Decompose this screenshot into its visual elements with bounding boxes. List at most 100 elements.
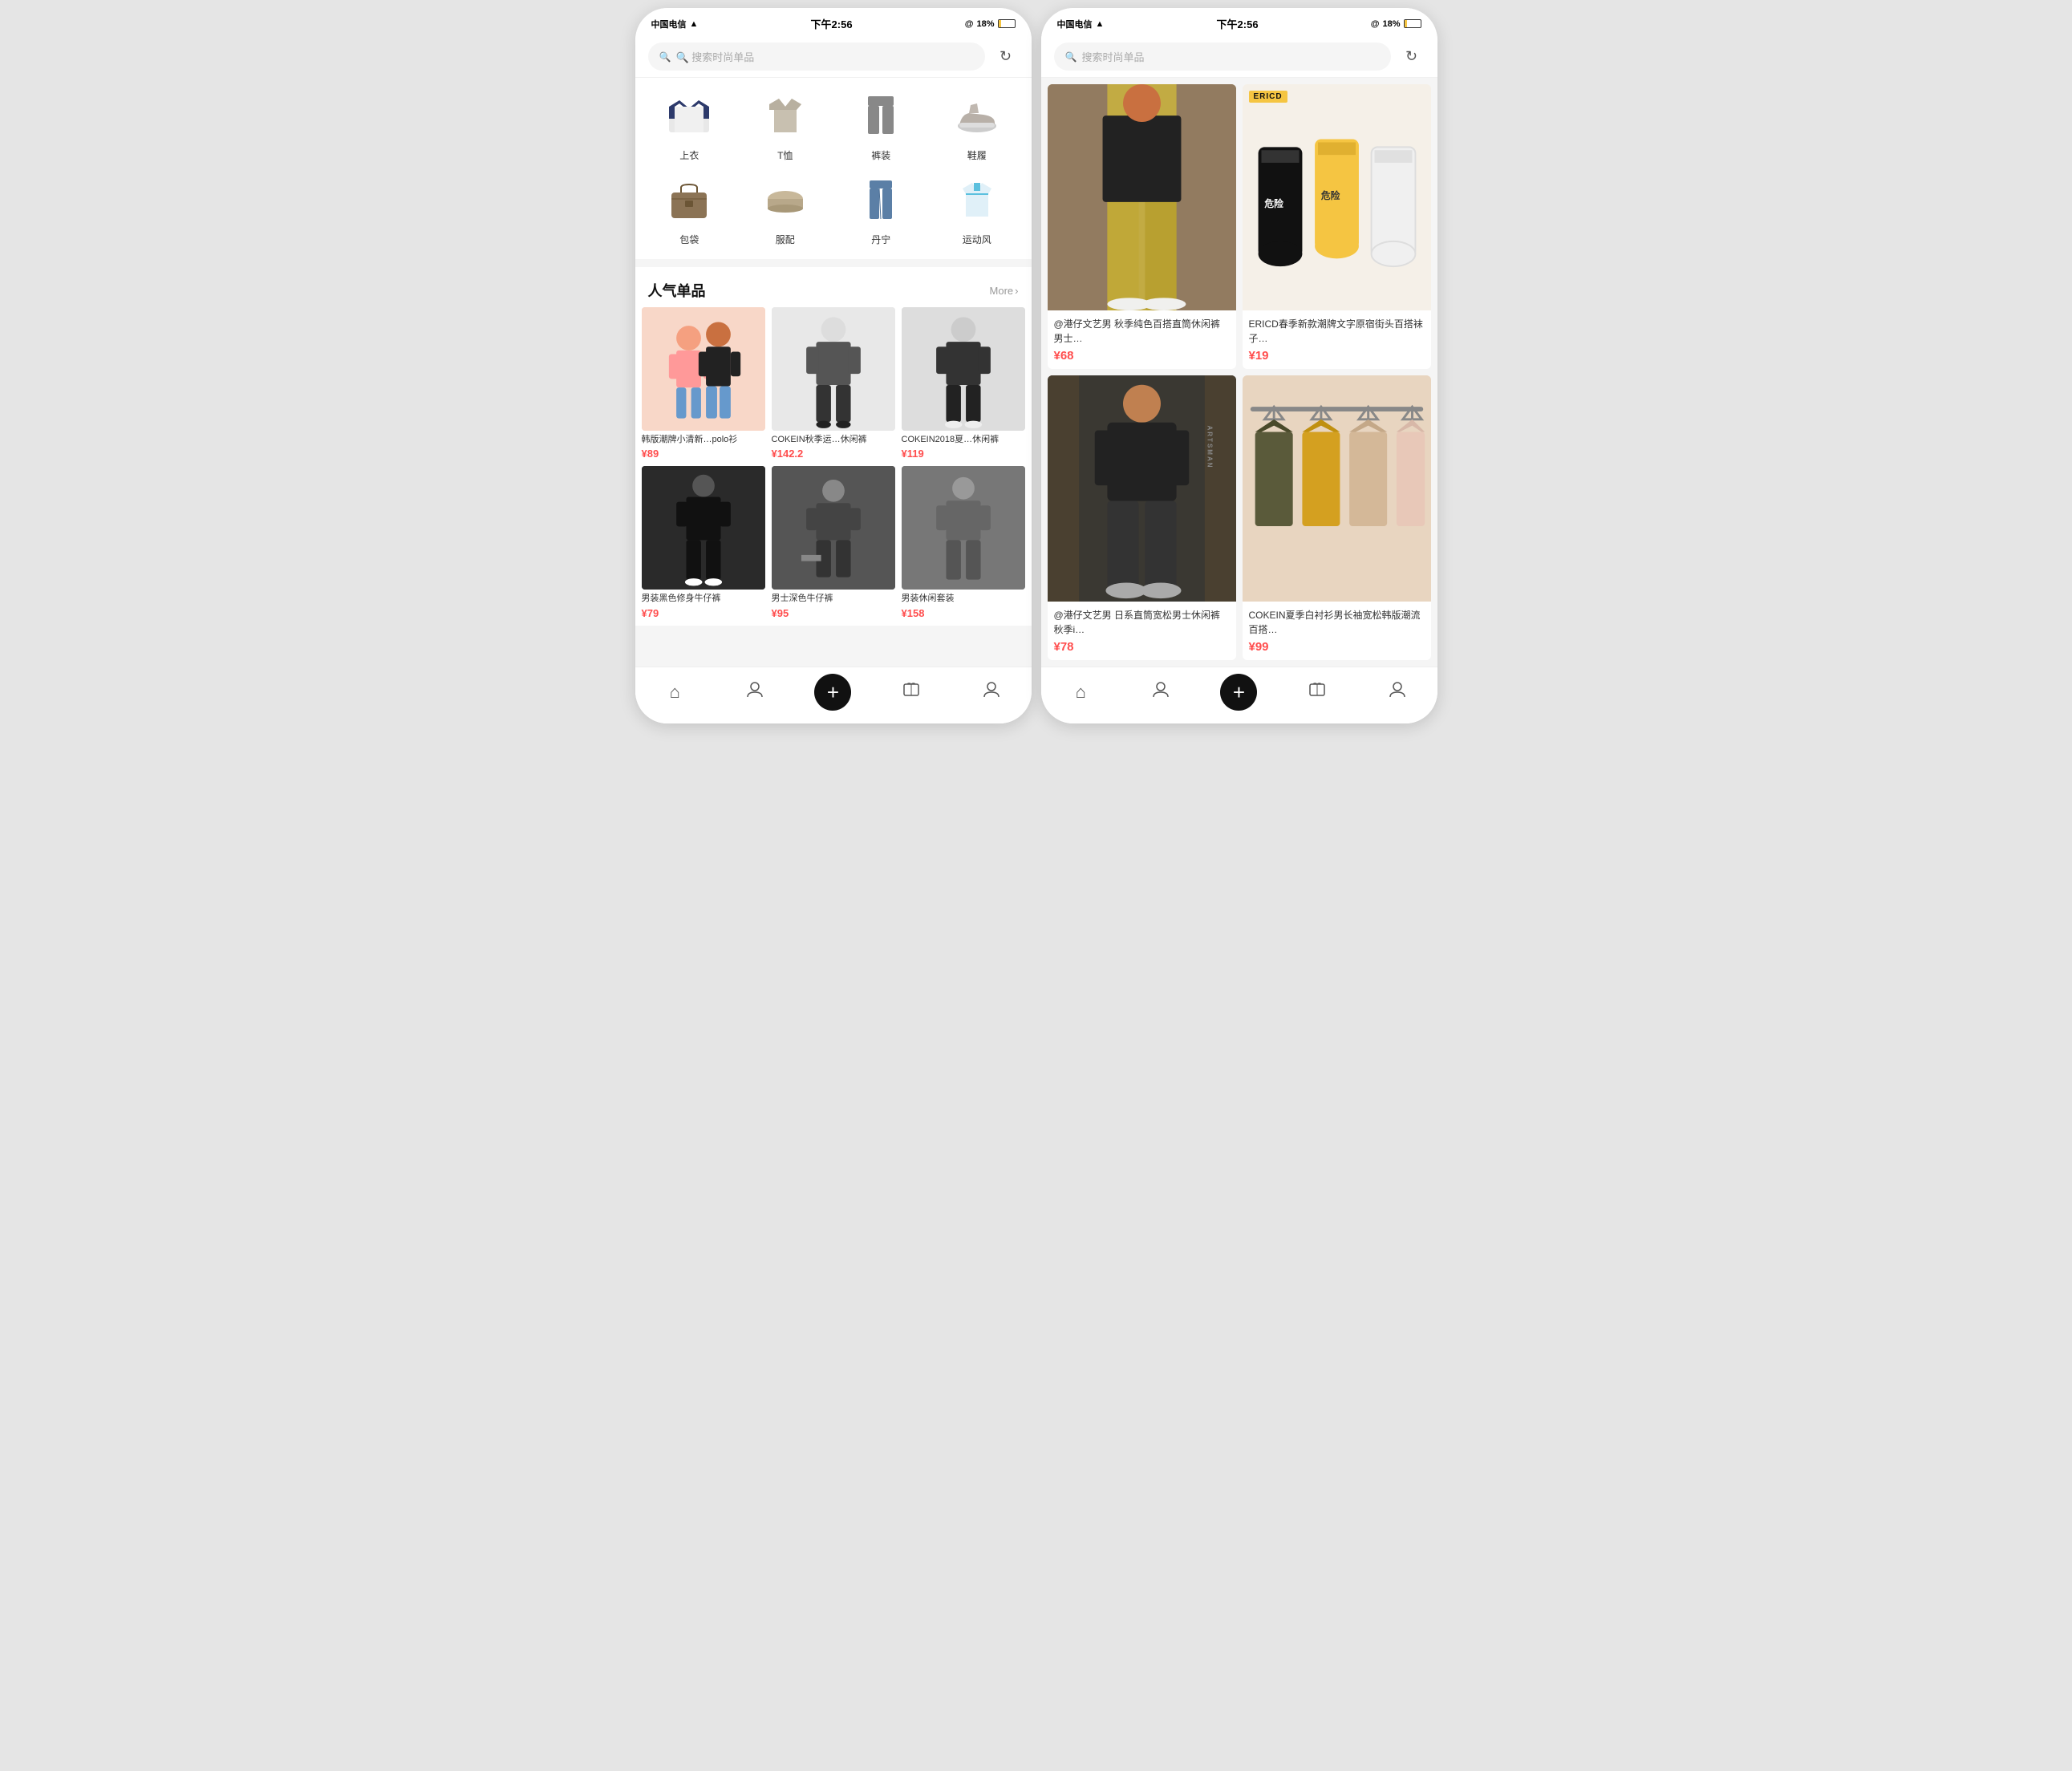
search-icon-left: 🔍 <box>659 51 671 63</box>
product-card-2[interactable]: ERICD 危险 <box>1243 84 1431 369</box>
product-card-2-image: 危险 危险 <box>1243 84 1431 310</box>
product-6-image <box>902 466 1025 590</box>
time-left: 下午2:56 <box>811 16 853 31</box>
product-item-2[interactable]: COKEIN秋季运…休闲裤 ¥142.2 <box>772 307 895 460</box>
product-4-name: 男装黑色修身牛仔裤 <box>642 593 765 605</box>
product-card-1-info: @港仔文艺男 秋季纯色百搭直筒休闲裤男士… ¥68 <box>1048 310 1236 369</box>
category-item-shoes[interactable]: 鞋履 <box>935 91 1019 162</box>
product-card-3-info: @港仔文艺男 日系直筒宽松男士休闲裤秋季i… ¥78 <box>1048 602 1236 660</box>
battery-bar-right <box>1404 19 1421 28</box>
category-item-pants[interactable]: 裤装 <box>840 91 923 162</box>
bag-label: 包袋 <box>679 233 699 246</box>
nav-user-left[interactable] <box>735 681 775 703</box>
product-card-4-info: COKEIN夏季白衬衫男长袖宽松韩版潮流百搭… ¥99 <box>1243 602 1431 660</box>
denim-label: 丹宁 <box>871 233 890 246</box>
nav-user-right[interactable] <box>1141 681 1181 703</box>
product-3-name: COKEIN2018夏…休闲裤 <box>902 434 1025 446</box>
sport-label: 运动风 <box>963 233 991 246</box>
product-6-price: ¥158 <box>902 607 1025 619</box>
product-item-1[interactable]: 韩版潮牌小清新…polo衫 ¥89 <box>642 307 765 460</box>
left-content-scroll[interactable]: 上衣 T恤 <box>635 78 1032 667</box>
product-card-1[interactable]: @港仔文艺男 秋季纯色百搭直筒休闲裤男士… ¥68 <box>1048 84 1236 369</box>
search-input-left[interactable]: 🔍 🔍 搜索时尚单品 <box>648 43 985 71</box>
ericd-tag: ERICD <box>1249 91 1287 103</box>
category-item-tops[interactable]: 上衣 <box>648 91 732 162</box>
category-item-tshirt[interactable]: T恤 <box>744 91 827 162</box>
search-input-right[interactable]: 🔍 搜索时尚单品 <box>1054 43 1391 71</box>
product-4-price: ¥79 <box>642 607 765 619</box>
product-card-2-name: ERICD春季新款潮牌文字原宿街头百搭袜子… <box>1249 317 1425 346</box>
category-item-denim[interactable]: 丹宁 <box>840 175 923 246</box>
search-placeholder-left: 🔍 搜索时尚单品 <box>675 49 754 64</box>
product-2-price: ¥142.2 <box>772 448 895 460</box>
product-grid-left: 韩版潮牌小清新…polo衫 ¥89 <box>635 307 1032 626</box>
nav-home-left[interactable]: ⌂ <box>655 682 695 703</box>
product-card-3[interactable]: ARTSMAN <box>1048 375 1236 660</box>
product-5-price: ¥95 <box>772 607 895 619</box>
product-card-3-name: @港仔文艺男 日系直筒宽松男士休闲裤秋季i… <box>1054 608 1230 637</box>
battery-icon-right: @ <box>1371 19 1380 29</box>
time-right: 下午2:56 <box>1217 16 1259 31</box>
denim-image <box>855 175 906 226</box>
profile-icon-right <box>1389 681 1406 703</box>
shoes-image <box>951 91 1003 142</box>
refresh-button-right[interactable]: ↻ <box>1399 44 1425 70</box>
popular-section-header: 人气单品 More › <box>635 267 1032 307</box>
accessories-image <box>760 175 811 226</box>
right-phone: 中国电信 ▲ 下午2:56 @ 18% 🔍 搜索时尚单品 ↻ <box>1041 8 1437 723</box>
wifi-icon-left: ▲ <box>690 19 699 29</box>
nav-wardrobe-left[interactable] <box>891 681 931 703</box>
tshirt-label: T恤 <box>777 148 793 162</box>
product-item-3[interactable]: COKEIN2018夏…休闲裤 ¥119 <box>902 307 1025 460</box>
category-item-accessories[interactable]: 服配 <box>744 175 827 246</box>
category-item-bag[interactable]: 包袋 <box>648 175 732 246</box>
product-card-4[interactable]: COKEIN夏季白衬衫男长袖宽松韩版潮流百搭… ¥99 <box>1243 375 1431 660</box>
nav-profile-left[interactable] <box>971 681 1012 703</box>
nav-profile-right[interactable] <box>1377 681 1417 703</box>
search-bar-left: 🔍 🔍 搜索时尚单品 ↻ <box>635 36 1032 78</box>
battery-bar-left <box>998 19 1016 28</box>
product-item-4[interactable]: 男装黑色修身牛仔裤 ¥79 <box>642 466 765 618</box>
pants-image <box>855 91 906 142</box>
product-5-name: 男士深色牛仔裤 <box>772 593 895 605</box>
product-card-3-image <box>1048 375 1236 602</box>
battery-left: 18% <box>976 19 994 29</box>
status-bar-left: 中国电信 ▲ 下午2:56 @ 18% <box>635 8 1032 36</box>
tshirt-image <box>760 91 811 142</box>
product-card-1-name: @港仔文艺男 秋季纯色百搭直筒休闲裤男士… <box>1054 317 1230 346</box>
product-3-price: ¥119 <box>902 448 1025 460</box>
right-content-scroll[interactable]: @港仔文艺男 秋季纯色百搭直筒休闲裤男士… ¥68 ERICD <box>1041 78 1437 667</box>
nav-add-right[interactable]: + <box>1220 674 1257 711</box>
product-6-name: 男装休闲套装 <box>902 593 1025 605</box>
wardrobe-icon-right <box>1308 681 1326 703</box>
product-5-image <box>772 466 895 590</box>
battery-icon-left: @ <box>965 19 974 29</box>
nav-home-right[interactable]: ⌂ <box>1060 682 1101 703</box>
carrier-right: 中国电信 <box>1057 18 1093 30</box>
more-label: More <box>990 285 1014 297</box>
svg-text:危险: 危险 <box>1263 198 1283 209</box>
product-1-name: 韩版潮牌小清新…polo衫 <box>642 434 765 446</box>
artsman-label: ARTSMAN <box>1206 425 1213 468</box>
wifi-icon-right: ▲ <box>1096 19 1105 29</box>
status-right-left: @ 18% <box>965 19 1016 29</box>
shoes-label: 鞋履 <box>967 148 987 162</box>
popular-title: 人气单品 <box>648 280 706 301</box>
status-left: 中国电信 ▲ <box>651 18 699 30</box>
category-item-sport[interactable]: 运动风 <box>935 175 1019 246</box>
nav-wardrobe-right[interactable] <box>1297 681 1337 703</box>
more-link[interactable]: More › <box>990 285 1019 297</box>
phones-container: 中国电信 ▲ 下午2:56 @ 18% 🔍 🔍 搜索时尚单品 ↻ <box>635 8 1437 723</box>
product-card-2-info: ERICD春季新款潮牌文字原宿街头百搭袜子… ¥19 <box>1243 310 1431 369</box>
refresh-button-left[interactable]: ↻ <box>993 44 1019 70</box>
bag-image <box>663 175 715 226</box>
product-3-image <box>902 307 1025 431</box>
nav-add-left[interactable]: + <box>814 674 851 711</box>
product-item-5[interactable]: 男士深色牛仔裤 ¥95 <box>772 466 895 618</box>
tops-label: 上衣 <box>679 148 699 162</box>
home-icon-left: ⌂ <box>670 682 680 703</box>
sport-image <box>951 175 1003 226</box>
product-item-6[interactable]: 男装休闲套装 ¥158 <box>902 466 1025 618</box>
home-icon-right: ⌂ <box>1076 682 1086 703</box>
user-icon-left <box>746 681 764 703</box>
